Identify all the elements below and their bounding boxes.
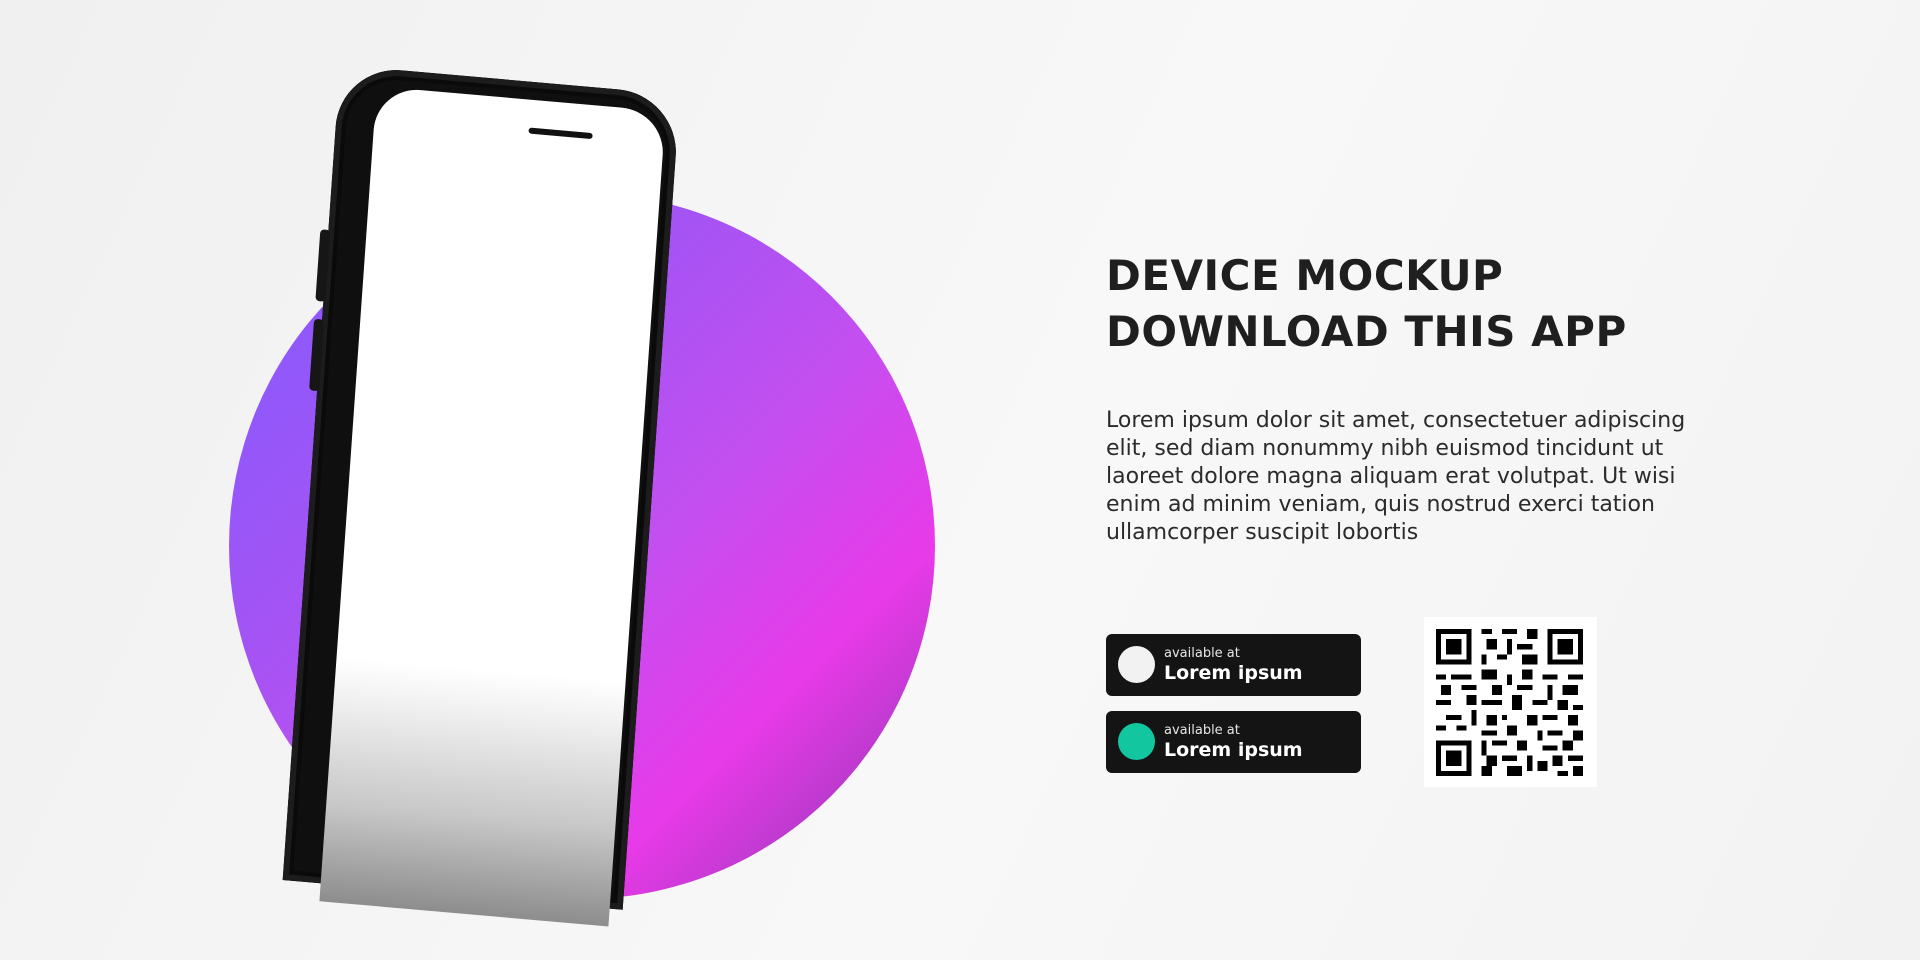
store-button-subtitle: available at bbox=[1164, 723, 1240, 738]
phone-speaker-notch bbox=[528, 127, 593, 140]
description-text: Lorem ipsum dolor sit amet, consectetuer… bbox=[1106, 408, 1686, 545]
store-button-2[interactable]: available at Lorem ipsum bbox=[1106, 711, 1361, 773]
qr-code-card bbox=[1424, 617, 1597, 787]
store-button-1[interactable]: available at Lorem ipsum bbox=[1106, 634, 1361, 696]
phone-mockup bbox=[282, 65, 800, 927]
store-button-label: Lorem ipsum bbox=[1164, 662, 1303, 684]
store-icon bbox=[1118, 723, 1155, 760]
phone-frame bbox=[282, 65, 680, 927]
store-button-subtitle: available at bbox=[1164, 646, 1240, 661]
title-line-1: DEVICE MOCKUP bbox=[1106, 251, 1504, 300]
page-title: DEVICE MOCKUP DOWNLOAD THIS APP bbox=[1106, 248, 1666, 360]
store-button-label: Lorem ipsum bbox=[1164, 739, 1303, 761]
qr-code-icon bbox=[1436, 629, 1583, 776]
phone-body bbox=[282, 65, 800, 927]
phone-screen bbox=[319, 86, 666, 927]
title-line-2: DOWNLOAD THIS APP bbox=[1106, 307, 1627, 356]
store-icon bbox=[1118, 646, 1155, 683]
